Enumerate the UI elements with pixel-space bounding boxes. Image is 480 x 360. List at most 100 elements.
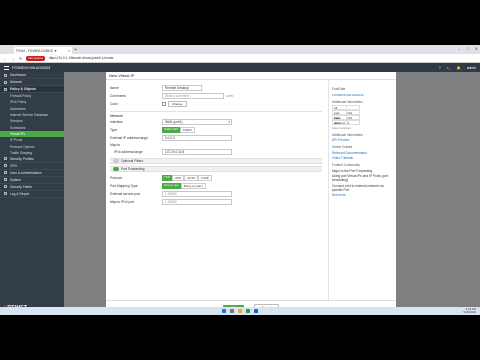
menu-item-icon [4, 80, 7, 84]
map-port-label: Map to IPv4 port [110, 200, 135, 204]
forward-icon[interactable]: → [11, 56, 15, 61]
admin-menu[interactable]: admin [467, 66, 476, 70]
protocol-sctp[interactable]: SCTP [184, 175, 199, 181]
optional-filters-switch[interactable] [113, 159, 119, 163]
external-port-input[interactable]: 1-65535 [162, 191, 232, 197]
optional-filters-toggle[interactable]: Optional Filters [110, 158, 322, 164]
sidebar-item-dashboard[interactable]: Dashboard [0, 72, 64, 79]
documentation-link[interactable]: Relevant Documentation [332, 151, 393, 155]
ipv4-range-label: IPv4 address/range [114, 150, 143, 154]
back-icon[interactable]: ← [3, 56, 7, 61]
sidebar-item-label: Addresses [10, 106, 26, 111]
protocol-label: Protocol [110, 176, 123, 180]
sidebar: Dashboard Network Policy & Objects Firewall… [0, 72, 64, 315]
sidebar-item-network[interactable]: Network [0, 79, 64, 86]
url-field[interactable]: https://10.0.1.1/firewall-virtual-ip/edi… [49, 56, 114, 60]
sidebar-item-label: Protocol Options [10, 144, 35, 149]
chevron-down-icon: ▾ [228, 120, 230, 125]
protocol-udp[interactable]: UDP [172, 175, 185, 181]
network-section: Network [110, 111, 322, 118]
bell-icon[interactable]: 🔔 [457, 66, 461, 70]
window-controls: – □ ✕ [458, 46, 478, 51]
sidebar-item-label: IPv4 Policy [10, 100, 27, 105]
menu-item-icon [4, 171, 7, 175]
close-icon[interactable]: ✕ [67, 49, 70, 53]
sidebar-item-user-authentication[interactable]: User & Authentication [0, 170, 64, 177]
fortigate-heading: FortiGate [332, 87, 346, 91]
sidebar-item-label: Security Fabric [10, 184, 32, 189]
sidebar-item-policy-objects[interactable]: Policy & Objects [0, 86, 64, 93]
sidebar-item-security-fabric[interactable]: Security Fabric [0, 184, 64, 191]
menu-item-icon [4, 164, 7, 168]
sidebar-item-system[interactable]: System [0, 177, 64, 184]
not-secure-badge[interactable]: Not secure [26, 55, 45, 61]
sidebar-item-label: User & Authentication [10, 170, 42, 175]
color-label: Color [110, 102, 118, 106]
sidebar-item-label: Log & Report [10, 191, 30, 196]
port-forwarding-switch[interactable] [113, 167, 119, 171]
sidebar-item-label: Dashboard [10, 73, 27, 77]
main-area: New Virtual IP Name Remote Desktop Comme… [64, 72, 480, 315]
type-static-nat-button[interactable]: Static NAT [162, 127, 181, 133]
external-ip-input[interactable]: 0.0.0.0 [162, 135, 232, 141]
port-forwarding-toggle[interactable]: Port Forwarding [110, 166, 322, 172]
one-to-one-button[interactable]: One to one [162, 183, 181, 189]
clear-counters-link[interactable]: Clear Counters [332, 126, 393, 130]
help-icon[interactable]: ? [439, 66, 441, 70]
sidebar-item-log-report[interactable]: Log & Report [0, 191, 64, 198]
type-fqdn-button[interactable]: FQDN [180, 127, 195, 133]
address-bar: ← → ↻ Not secure https://10.0.1.1/firewa… [0, 54, 480, 63]
menu-item-icon [4, 87, 7, 91]
api-preview-link[interactable]: API Preview [332, 138, 393, 142]
search-icon[interactable] [230, 309, 234, 313]
change-color-button[interactable]: Change [168, 101, 187, 107]
menu-icon[interactable] [4, 65, 9, 70]
community-article[interactable]: Using port Virtual IPs and IP Pools (por… [332, 174, 393, 182]
start-icon[interactable] [222, 309, 226, 313]
tab-title: FGVirt - FGVMVLOVMUG ▼ [16, 48, 58, 53]
map-port-input[interactable]: 1-65535 [162, 199, 232, 205]
terminal-icon[interactable]: >_ [447, 66, 451, 70]
sidebar-item-label: System [10, 177, 21, 182]
clock[interactable]: 9:18 AM 5/20/2024 [464, 308, 476, 314]
name-input[interactable]: Remote Desktop [162, 85, 202, 91]
comments-label: Comments [110, 94, 126, 98]
info-panel: FortiGate FGVMEVKVWLAG00433 Additional I… [328, 80, 396, 300]
screen-frame: FGVirt - FGVMVLOVMUG ▼ ✕ + – □ ✕ ← → ↻ N… [0, 45, 480, 315]
community-heading: Fortinet Community [332, 163, 360, 167]
interface-select[interactable]: WAN (port1) ▾ [162, 119, 232, 125]
menu-item-icon [4, 192, 7, 196]
many-to-many-button[interactable]: Many to many [180, 183, 206, 189]
fortigate-link[interactable]: FGVMEVKVWLAG00433 [332, 93, 393, 97]
browser-icon[interactable] [246, 309, 250, 313]
maximize-icon[interactable]: □ [466, 46, 468, 51]
windows-taskbar: 9:18 AM 5/20/2024 [0, 307, 480, 315]
sidebar-item-label: Internet Service Database [10, 113, 49, 118]
ipv4-range-input[interactable]: 172.20.0.11/4 [162, 149, 232, 155]
sidebar-item-label: VPN [10, 163, 17, 168]
minimize-icon[interactable]: – [458, 46, 460, 51]
protocol-icmp[interactable]: ICMP [198, 175, 212, 181]
sidebar-item-security-profiles[interactable]: Security Profiles [0, 156, 64, 163]
sidebar-item-label: Network [10, 80, 23, 84]
explorer-icon[interactable] [238, 309, 242, 313]
new-virtual-ip-dialog: New Virtual IP Name Remote Desktop Comme… [106, 72, 396, 315]
community-article[interactable]: Maps to the Port Forwarding [332, 169, 393, 173]
community-article[interactable]: Connect a bit to external network via sp… [332, 184, 393, 192]
sidebar-item-label: Services [10, 119, 23, 124]
protocol-tcp[interactable]: TCP [162, 175, 172, 181]
comments-input[interactable]: Write a comment... [162, 93, 224, 99]
sidebar-item-vpn[interactable]: VPN [0, 163, 64, 170]
edge-icon[interactable] [254, 309, 258, 313]
video-tutorials-link[interactable]: Video Tutorials [332, 156, 393, 160]
see-more-link[interactable]: See more [332, 193, 393, 197]
references-heading: Additional Information [332, 99, 363, 104]
window-close-icon[interactable]: ✕ [475, 46, 478, 51]
dialog-form: Name Remote Desktop Comments Write a com… [106, 80, 326, 300]
name-label: Name [110, 86, 119, 90]
stats-row: Hit count 0 [332, 119, 360, 125]
browser-tab[interactable]: FGVirt - FGVMVLOVMUG ▼ ✕ [14, 47, 72, 54]
color-swatch [162, 102, 166, 106]
sidebar-item-label: Traffic Shaping [10, 150, 32, 155]
reload-icon[interactable]: ↻ [19, 56, 22, 61]
